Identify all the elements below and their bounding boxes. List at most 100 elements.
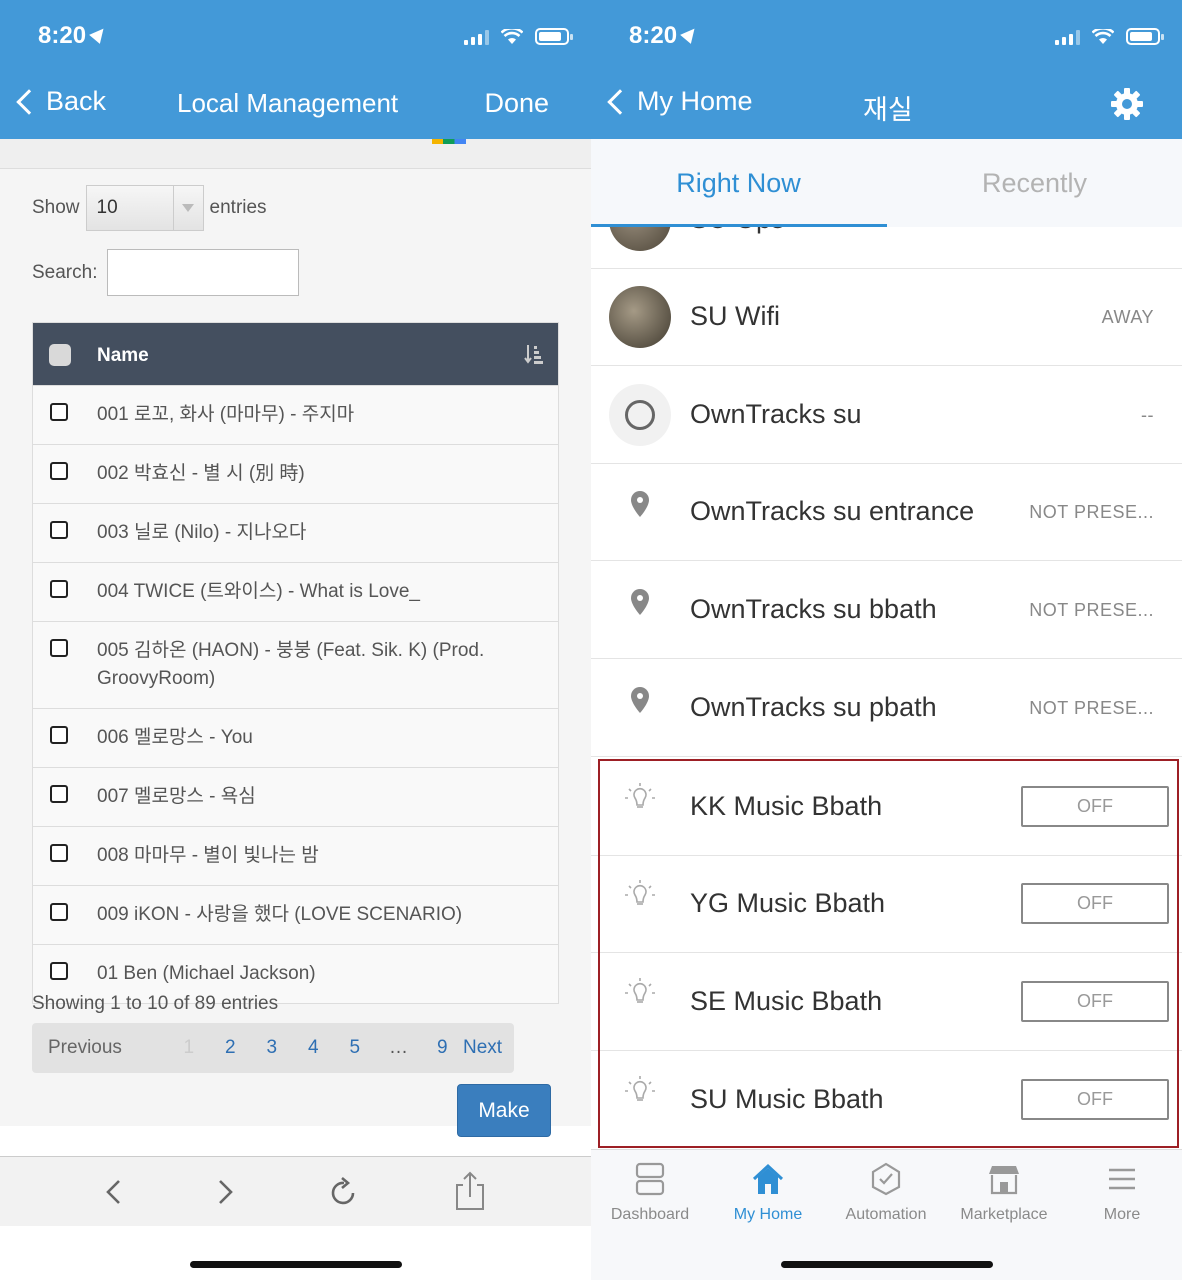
tab-recently[interactable]: Recently [887, 139, 1182, 227]
chevron-down-icon [172, 186, 203, 230]
lightbulb-icon [625, 783, 655, 808]
row-checkbox[interactable] [50, 521, 68, 539]
row-checkbox[interactable] [50, 726, 68, 744]
chevron-left-icon [607, 88, 633, 115]
menu-icon [1109, 1168, 1135, 1190]
list-item[interactable]: OwnTracks su pbath NOT PRESE... [591, 660, 1182, 757]
site-logo-icon [432, 139, 466, 144]
song-table: Name 001 로꼬, 화사 (마마무) - 주지마 002 박효신 - 별 … [32, 322, 559, 1004]
share-icon[interactable] [453, 1171, 487, 1211]
location-pin-icon [631, 491, 649, 517]
song-name: 002 박효신 - 별 시 (別 時) [97, 463, 305, 484]
tab-dashboard[interactable]: Dashboard [591, 1162, 709, 1224]
lightbulb-icon [625, 1076, 655, 1101]
web-header-strip [0, 139, 591, 169]
wifi-icon [1092, 28, 1114, 44]
presence-state: NOT PRESE... [1029, 698, 1154, 718]
table-row[interactable]: 003 닐로 (Nilo) - 지나오다 [33, 503, 558, 562]
table-row[interactable]: 002 박효신 - 별 시 (別 時) [33, 444, 558, 503]
circle-icon [609, 384, 671, 446]
tab-my-home[interactable]: My Home [709, 1162, 827, 1224]
location-arrow-icon [680, 24, 700, 44]
page-3-button[interactable]: 3 [251, 1037, 293, 1059]
home-indicator [781, 1261, 993, 1268]
row-checkbox[interactable] [50, 785, 68, 803]
list-item[interactable]: SU Ops AWAY [591, 227, 1182, 269]
song-name: 008 마마무 - 별이 빛나는 밤 [97, 845, 319, 866]
reload-icon[interactable] [327, 1175, 361, 1209]
row-checkbox[interactable] [50, 639, 68, 657]
location-arrow-icon [89, 24, 109, 44]
song-name: 009 iKON - 사랑을 했다 (LOVE SCENARIO) [97, 904, 463, 925]
make-button[interactable]: Make [457, 1084, 551, 1137]
back-button[interactable]: Back [14, 86, 106, 117]
entries-select[interactable]: 10 [85, 185, 204, 231]
switch-item[interactable]: SE Music Bbath OFF [591, 954, 1182, 1051]
signal-icon [464, 29, 489, 45]
search-control: Search: [32, 249, 300, 296]
nav-bar: 8:20 Back Local Management Done [0, 0, 591, 139]
done-button[interactable]: Done [484, 88, 549, 119]
page-2-button[interactable]: 2 [210, 1037, 252, 1059]
automation-icon [871, 1162, 901, 1196]
table-row[interactable]: 001 로꼬, 화사 (마마무) - 주지마 [33, 385, 558, 444]
tab-right-now[interactable]: Right Now [591, 139, 886, 227]
list-item[interactable]: OwnTracks su bbath NOT PRESE... [591, 562, 1182, 659]
location-pin-icon [631, 687, 649, 713]
table-row[interactable]: 007 멜로망스 - 욕심 [33, 767, 558, 826]
gear-icon[interactable] [1110, 87, 1144, 121]
table-row[interactable]: 005 김하온 (HAON) - 붕붕 (Feat. Sik. K) (Prod… [33, 621, 558, 708]
pagination: Previous 1 2 3 4 5 … 9 Next [32, 1023, 514, 1073]
off-toggle-button[interactable]: OFF [1021, 1079, 1169, 1120]
marketplace-icon [989, 1166, 1019, 1195]
song-name: 007 멜로망스 - 욕심 [97, 786, 256, 807]
chevron-left-icon [16, 88, 42, 115]
row-checkbox[interactable] [50, 844, 68, 862]
back-button[interactable]: My Home [605, 86, 753, 117]
song-name: 003 닐로 (Nilo) - 지나오다 [97, 522, 307, 543]
row-checkbox[interactable] [50, 462, 68, 480]
switch-item[interactable]: KK Music Bbath OFF [591, 759, 1182, 856]
tab-automation[interactable]: Automation [827, 1162, 945, 1224]
table-info: Showing 1 to 10 of 89 entries [32, 993, 279, 1014]
row-checkbox[interactable] [50, 580, 68, 598]
table-row[interactable]: 004 TWICE (트와이스) - What is Love_ [33, 562, 558, 621]
status-time: 8:20 [629, 22, 700, 50]
song-name: 001 로꼬, 화사 (마마무) - 주지마 [97, 404, 355, 425]
previous-page-button[interactable]: Previous [48, 1037, 168, 1059]
row-checkbox[interactable] [50, 903, 68, 921]
page-5-button[interactable]: 5 [334, 1037, 376, 1059]
table-header: Name [33, 323, 558, 385]
search-input[interactable] [107, 249, 300, 296]
page-4-button[interactable]: 4 [293, 1037, 335, 1059]
list-item[interactable]: OwnTracks su entrance NOT PRESE... [591, 464, 1182, 561]
list-item[interactable]: OwnTracks su -- [591, 367, 1182, 464]
table-row[interactable]: 009 iKON - 사랑을 했다 (LOVE SCENARIO) [33, 885, 558, 944]
presence-state: NOT PRESE... [1029, 502, 1154, 522]
table-row[interactable]: 006 멜로망스 - You [33, 708, 558, 767]
page-1-button[interactable]: 1 [168, 1037, 210, 1059]
name-column-header[interactable]: Name [97, 345, 149, 367]
browser-forward-icon[interactable] [208, 1175, 242, 1209]
off-toggle-button[interactable]: OFF [1021, 981, 1169, 1022]
browser-back-icon[interactable] [97, 1175, 131, 1209]
select-all-checkbox[interactable] [49, 344, 71, 366]
next-page-button[interactable]: Next [463, 1037, 513, 1059]
table-row[interactable]: 008 마마무 - 별이 빛나는 밤 [33, 826, 558, 885]
row-checkbox[interactable] [50, 403, 68, 421]
row-checkbox[interactable] [50, 962, 68, 980]
tab-marketplace[interactable]: Marketplace [945, 1162, 1063, 1224]
sort-icon[interactable] [524, 343, 544, 365]
battery-icon [535, 28, 573, 45]
page-9-button[interactable]: 9 [422, 1037, 464, 1059]
avatar [609, 286, 671, 348]
switch-item[interactable]: YG Music Bbath OFF [591, 856, 1182, 953]
status-icons [1055, 28, 1164, 45]
status-time: 8:20 [38, 22, 109, 50]
list-item[interactable]: SU Wifi AWAY [591, 269, 1182, 366]
tab-more[interactable]: More [1063, 1162, 1181, 1224]
off-toggle-button[interactable]: OFF [1021, 883, 1169, 924]
song-name: 006 멜로망스 - You [97, 727, 253, 748]
switch-item[interactable]: SU Music Bbath OFF [591, 1052, 1182, 1149]
off-toggle-button[interactable]: OFF [1021, 786, 1169, 827]
